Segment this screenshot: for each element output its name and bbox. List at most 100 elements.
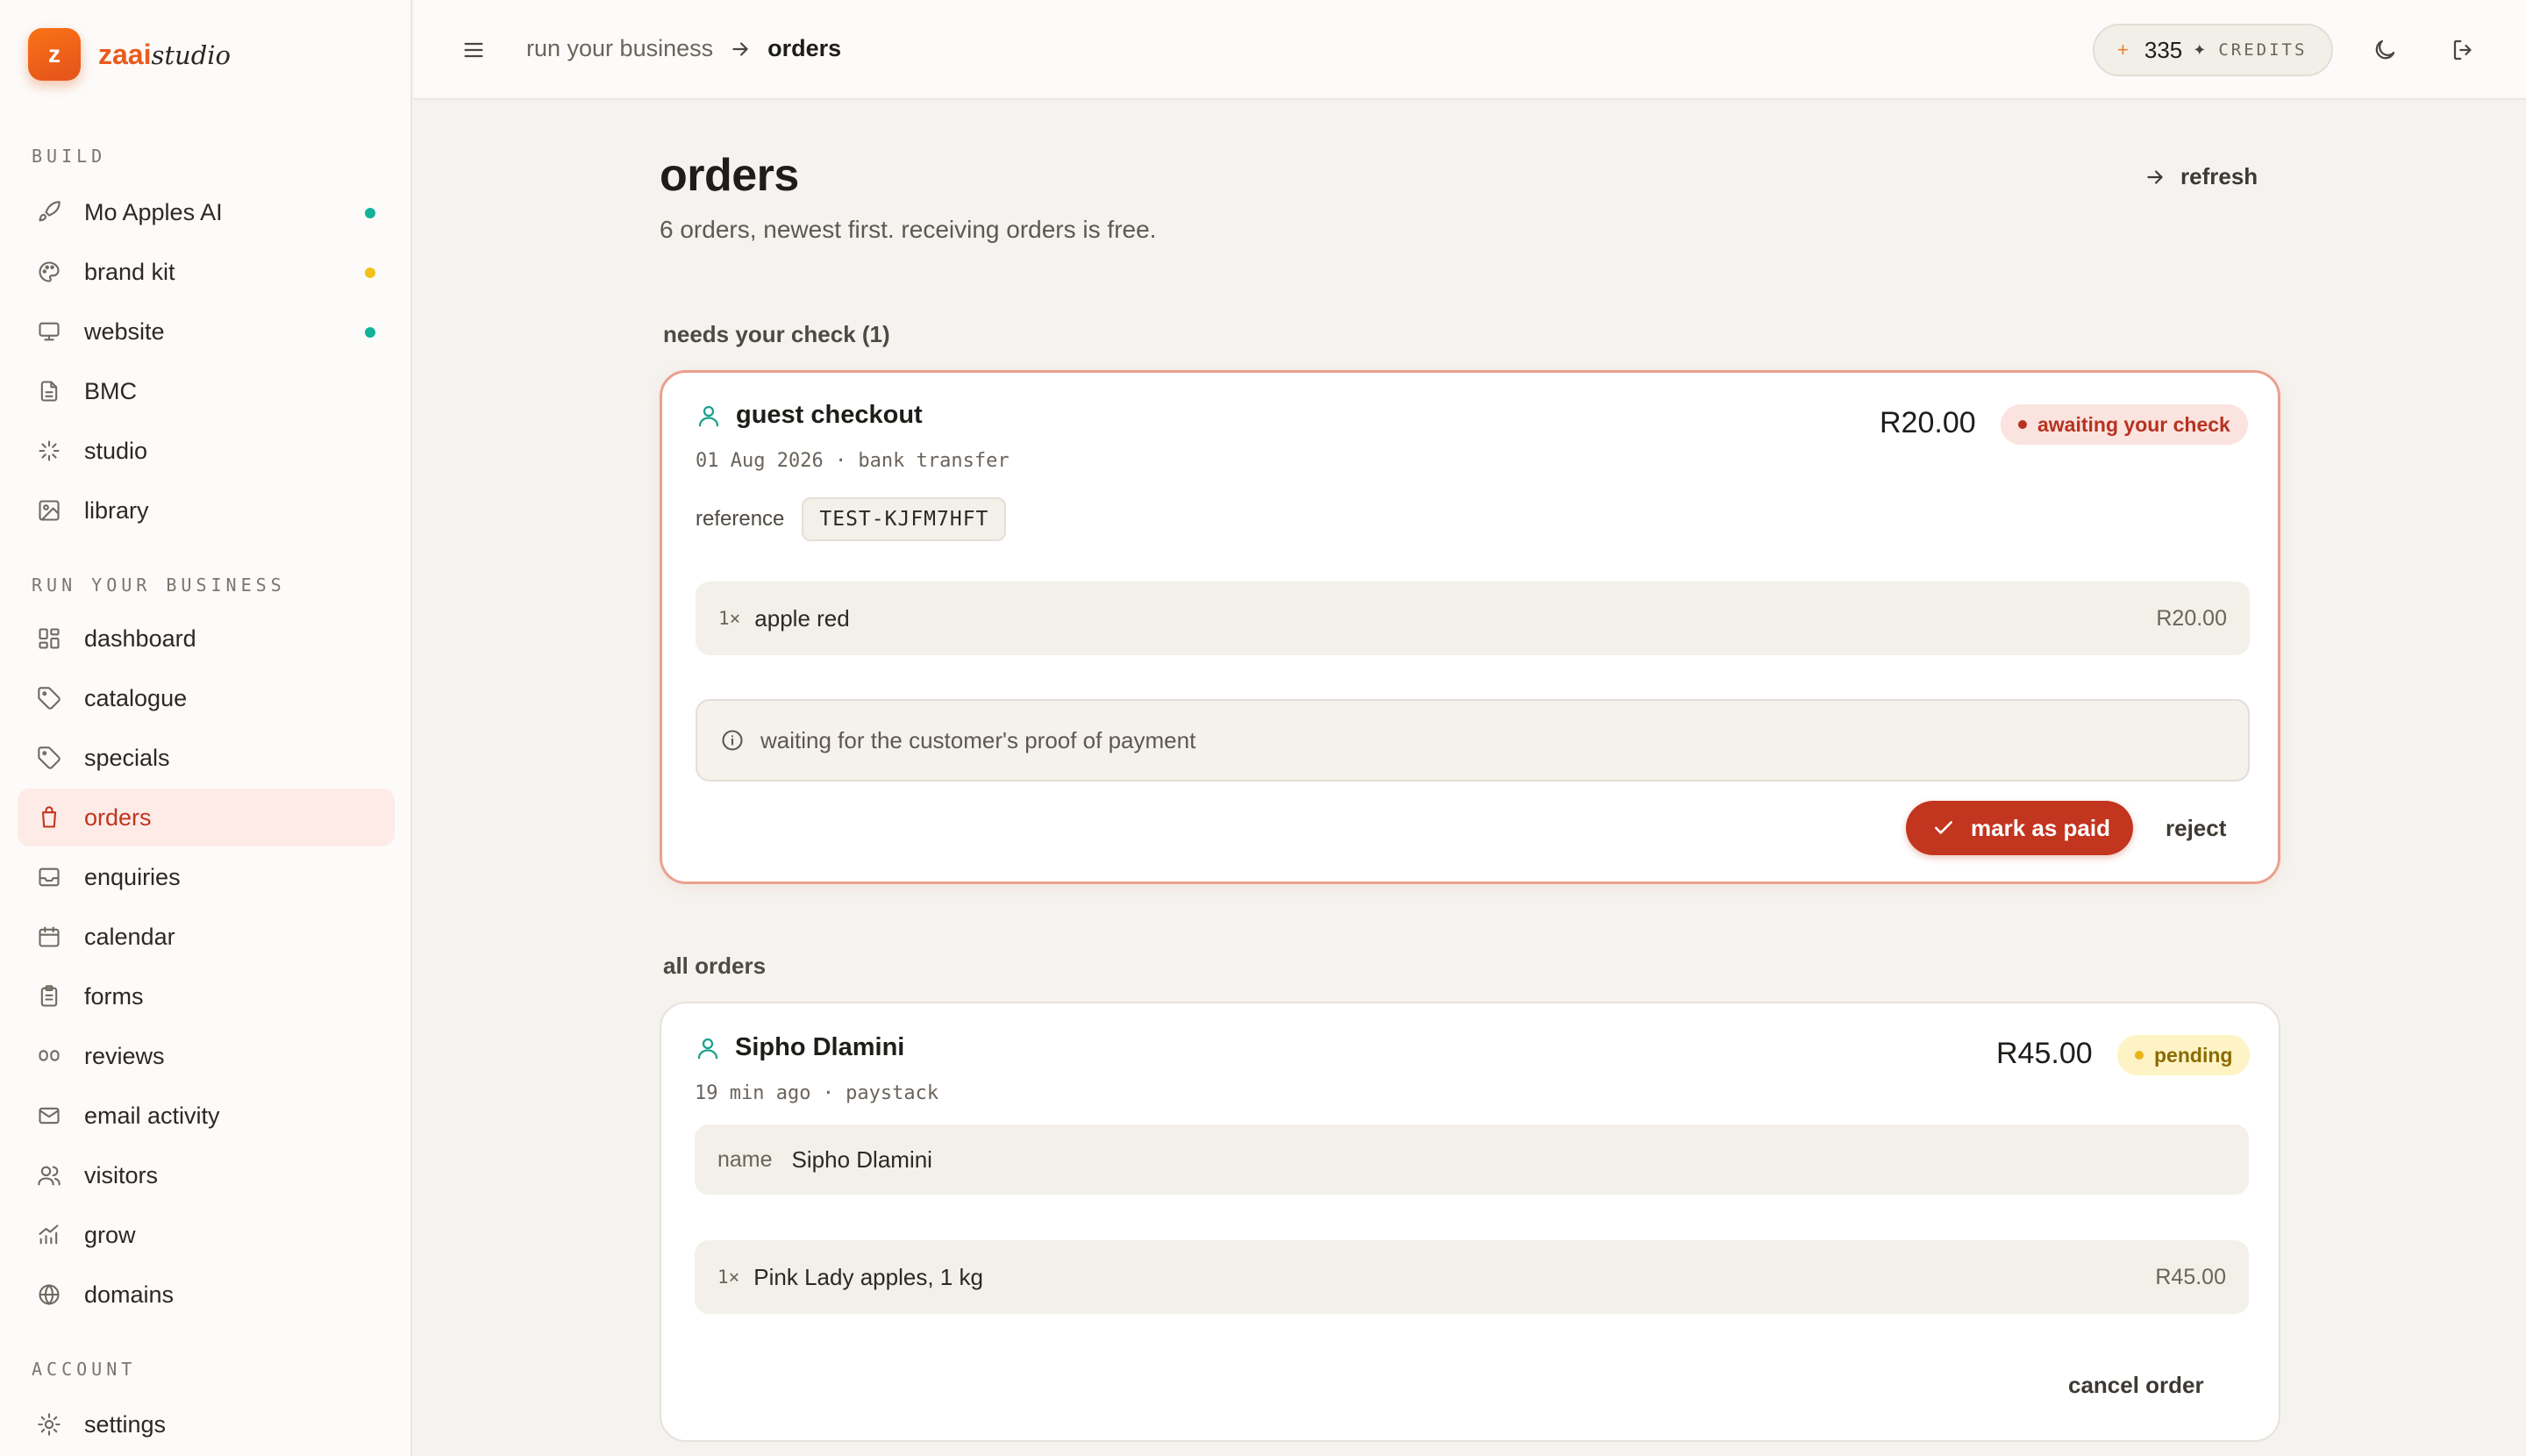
arrow-right-icon [2147, 169, 2163, 184]
sidebar-item-catalogue[interactable]: catalogue [18, 669, 395, 727]
sidebar-item-label: calendar [84, 923, 175, 950]
order-line-item: 1× apple red R20.00 [696, 582, 2250, 655]
sidebar-item-label: reviews [84, 1042, 165, 1069]
sidebar-item-domains[interactable]: domains [18, 1266, 395, 1324]
breadcrumb: run your business orders [526, 35, 841, 62]
sidebar-item-label: specials [84, 744, 170, 771]
mark-as-paid-label: mark as paid [1971, 814, 2110, 841]
sidebar-item-visitors[interactable]: visitors [18, 1146, 395, 1204]
credits-unit: CREDITS [2218, 40, 2308, 60]
sidebar-item-bmc[interactable]: BMC [18, 362, 395, 420]
brand-name-primary: zaai [98, 38, 152, 70]
info-icon [722, 730, 743, 751]
monitor-icon [39, 322, 60, 341]
name-value: Sipho Dlamini [791, 1146, 932, 1173]
chart-icon [39, 1224, 59, 1245]
reference-value[interactable]: TEST-KJFM7HFT [802, 497, 1007, 541]
breadcrumb-parent[interactable]: run your business [526, 35, 713, 62]
reference-label: reference [696, 507, 785, 531]
credits-value: 335 [2144, 36, 2183, 63]
sidebar-item-mo-apples-ai[interactable]: Mo Apples AI [18, 183, 395, 241]
sidebar-item-label: catalogue [84, 684, 188, 711]
order-line-item: 1× Pink Lady apples, 1 kg R45.00 [695, 1240, 2249, 1314]
moon-icon[interactable] [2372, 37, 2398, 63]
order-meta: 19 min ago · paystack [695, 1082, 939, 1104]
sidebar-item-label: grow [84, 1221, 136, 1248]
sidebar-item-forms[interactable]: forms [18, 967, 395, 1025]
payment-note: waiting for the customer's proof of paym… [696, 699, 2250, 782]
customer-name: Sipho Dlamini [735, 1033, 905, 1061]
rocket-icon [39, 201, 61, 222]
reference-row: reference TEST-KJFM7HFT [696, 497, 1007, 541]
credits-plus-icon: + [2117, 39, 2129, 61]
document-icon [40, 381, 58, 402]
sidebar: z zaaistudio BUILD Mo Apples AI brand ki… [0, 0, 412, 1456]
sidebar-item-label: Mo Apples AI [84, 198, 223, 225]
sidebar-item-brand-kit[interactable]: brand kit [18, 243, 395, 301]
mark-as-paid-button[interactable]: mark as paid [1906, 801, 2133, 855]
section-label-run-your-business: RUN YOUR BUSINESS [32, 575, 286, 596]
sidebar-item-label: library [84, 496, 149, 524]
item-price: R20.00 [2156, 605, 2227, 631]
calendar-icon [39, 926, 60, 947]
order-amount: R45.00 [1996, 1037, 2093, 1070]
sidebar-item-orders[interactable]: orders [18, 789, 395, 846]
image-icon [39, 500, 60, 521]
reject-button[interactable]: reject [2166, 815, 2226, 842]
refresh-button[interactable]: refresh [2144, 163, 2258, 190]
sidebar-item-website[interactable]: website [18, 303, 395, 360]
sidebar-item-label: orders [84, 803, 152, 831]
sidebar-item-studio[interactable]: studio [18, 422, 395, 480]
status-dot [2018, 420, 2027, 429]
sidebar-item-calendar[interactable]: calendar [18, 908, 395, 966]
credits-badge[interactable]: + 335 ✦ CREDITS [2093, 24, 2333, 76]
order-meta: 01 Aug 2026 · bank transfer [696, 450, 1010, 472]
main-content: orders 6 orders, newest first. receiving… [414, 102, 2526, 1456]
user-icon [698, 405, 719, 426]
order-amount: R20.00 [1880, 406, 1976, 439]
cancel-order-button[interactable]: cancel order [2068, 1372, 2204, 1399]
sidebar-item-label: visitors [84, 1161, 159, 1188]
brand-logo[interactable]: z zaaistudio [28, 28, 231, 81]
gear-icon [38, 1413, 61, 1436]
logo-badge: z [28, 28, 81, 81]
sidebar-item-label: brand kit [84, 258, 175, 285]
brand-name-secondary: studio [151, 39, 231, 70]
sidebar-item-grow[interactable]: grow [18, 1206, 395, 1264]
sidebar-item-reviews[interactable]: reviews [18, 1027, 395, 1085]
sidebar-item-enquiries[interactable]: enquiries [18, 848, 395, 906]
refresh-label: refresh [2180, 163, 2258, 189]
quote-icon [39, 1050, 60, 1061]
sidebar-item-label: domains [84, 1281, 175, 1308]
sidebar-item-dashboard[interactable]: dashboard [18, 610, 395, 667]
logout-icon[interactable] [2451, 37, 2477, 63]
payment-note-text: waiting for the customer's proof of paym… [760, 726, 1196, 753]
breadcrumb-current: orders [767, 35, 842, 61]
item-price: R45.00 [2155, 1264, 2226, 1289]
page-subtitle: 6 orders, newest first. receiving orders… [660, 216, 1157, 243]
sidebar-item-label: BMC [84, 377, 137, 404]
section-label-account: ACCOUNT [32, 1359, 137, 1380]
status-label: awaiting your check [2037, 412, 2230, 436]
menu-icon[interactable] [461, 38, 486, 62]
bag-icon [41, 806, 57, 828]
globe-icon [39, 1284, 60, 1305]
item-quantity: 1× [717, 1267, 740, 1288]
sidebar-item-label: enquiries [84, 863, 181, 890]
order-customer: Sipho Dlamini [695, 1033, 904, 1062]
sidebar-item-email-activity[interactable]: email activity [18, 1087, 395, 1145]
sidebar-item-library[interactable]: library [18, 482, 395, 539]
name-label: name [717, 1146, 773, 1172]
sidebar-item-specials[interactable]: specials [18, 729, 395, 787]
order-customer: guest checkout [696, 401, 923, 430]
grid-icon [39, 628, 60, 649]
sidebar-item-settings[interactable]: settings [18, 1395, 395, 1453]
users-icon [38, 1166, 61, 1186]
arrow-right-icon [732, 41, 748, 56]
section-heading-all-orders: all orders [663, 953, 767, 979]
customer-detail-row: name Sipho Dlamini [695, 1124, 2249, 1195]
section-heading-needs-check: needs your check (1) [663, 321, 890, 347]
sparkle-icon [39, 440, 60, 461]
status-dot [365, 208, 375, 218]
sparkle-icon: ✦ [2193, 40, 2207, 59]
